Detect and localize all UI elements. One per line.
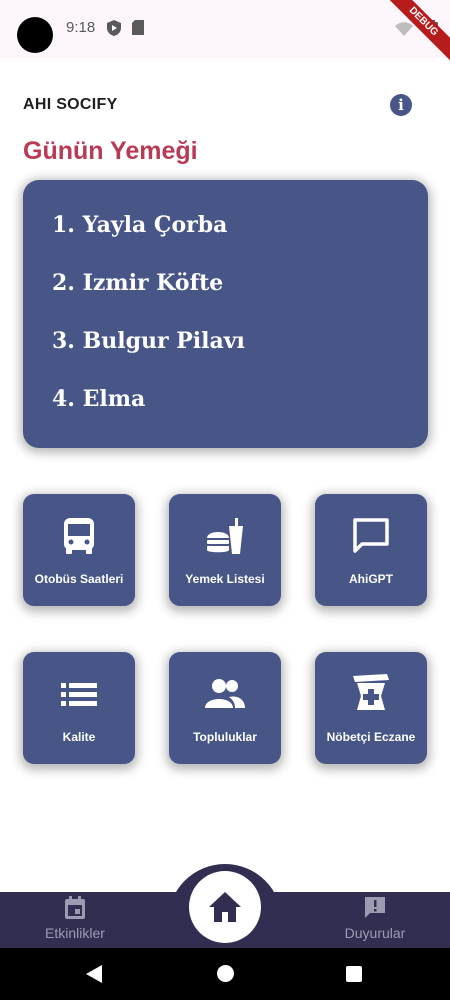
- calendar-icon: [65, 896, 85, 919]
- debug-banner: DEBUG: [378, 0, 450, 67]
- home-button[interactable]: [189, 871, 261, 943]
- bus-icon: [64, 518, 94, 554]
- nav-label: Duyurular: [344, 925, 406, 941]
- people-icon: [205, 679, 245, 708]
- list-icon: [61, 683, 97, 706]
- camera-cutout: [17, 17, 53, 53]
- app-title: AHI SOCIFY: [23, 96, 118, 113]
- quality-button[interactable]: Kalite: [23, 652, 135, 764]
- bus-schedule-button[interactable]: Otobüs Saatleri: [23, 494, 135, 606]
- menu-item: 1. Yayla Çorba: [52, 212, 228, 238]
- tile-label: Kalite: [62, 730, 96, 744]
- tile-label: Topluluklar: [193, 730, 257, 744]
- tile-label: Yemek Listesi: [185, 572, 265, 586]
- info-icon[interactable]: i: [390, 94, 412, 116]
- nav-item-announcements[interactable]: Duyurular: [330, 896, 420, 941]
- daily-menu-card: 1. Yayla Çorba 2. Izmir Köfte 3. Bulgur …: [23, 180, 428, 448]
- daily-menu-title: Günün Yemeği: [23, 137, 198, 165]
- tile-label: Otobüs Saatleri: [34, 572, 124, 586]
- shield-icon: [107, 20, 121, 36]
- menu-item: 4. Elma: [52, 386, 146, 412]
- chat-icon: [353, 518, 389, 553]
- home-circle-icon[interactable]: [217, 965, 234, 982]
- system-nav-bar: [0, 948, 450, 1000]
- ahigpt-button[interactable]: AhiGPT: [315, 494, 427, 606]
- status-time: 9:18: [66, 19, 96, 36]
- back-icon[interactable]: [86, 965, 102, 983]
- tile-label: Nöbetçi Eczane: [326, 730, 416, 744]
- nav-item-events[interactable]: Etkinlikler: [30, 896, 120, 941]
- home-icon: [209, 892, 241, 922]
- fastfood-icon: [207, 518, 243, 554]
- status-bar: 9:18 DEBUG: [0, 0, 450, 67]
- menu-item: 2. Izmir Köfte: [52, 270, 224, 296]
- tile-label: AhiGPT: [349, 572, 393, 586]
- wifi-icon: [395, 22, 413, 36]
- announcement-icon: [365, 897, 385, 918]
- sd-card-icon: [132, 20, 144, 35]
- food-list-button[interactable]: Yemek Listesi: [169, 494, 281, 606]
- pharmacy-button[interactable]: Nöbetçi Eczane: [315, 652, 427, 764]
- menu-item: 3. Bulgur Pilavı: [52, 328, 245, 354]
- nav-label: Etkinlikler: [45, 925, 105, 941]
- communities-button[interactable]: Topluluklar: [169, 652, 281, 764]
- recents-icon[interactable]: [346, 966, 362, 982]
- pharmacy-icon: [353, 674, 389, 710]
